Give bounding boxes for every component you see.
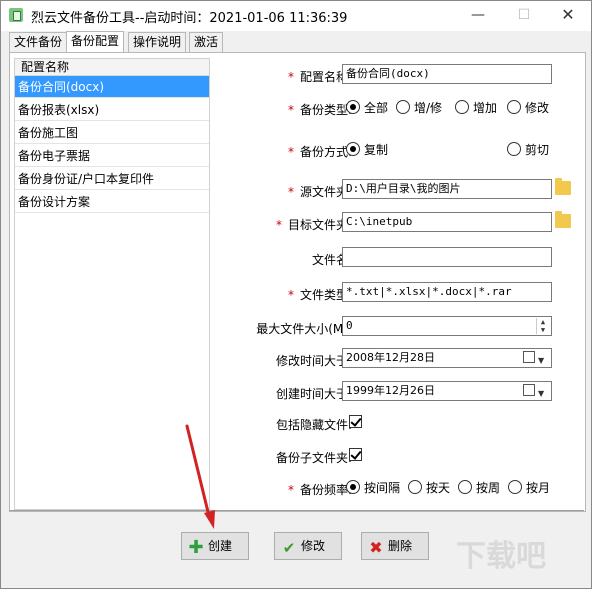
include-hidden-label: 包括隐藏文件: [275, 418, 352, 432]
file-type-input[interactable]: *.txt|*.xlsx|*.docx|*.rar [342, 282, 552, 302]
radio-selected-icon [346, 142, 360, 156]
source-folder-input[interactable]: D:\用户目录\我的图片 [342, 179, 552, 199]
maximize-button[interactable]: ☐ [501, 1, 547, 31]
required-mark: * [287, 145, 294, 159]
list-item[interactable]: 备份电子票据 [15, 145, 209, 167]
target-folder-row: * 目标文件夹: C:\inetpub [210, 211, 585, 236]
backup-subfolders-label: 备份子文件夹: [275, 451, 352, 465]
list-item[interactable]: 备份设计方案 [15, 191, 209, 213]
list-item[interactable]: 备份报表(xlsx) [15, 99, 209, 121]
backup-type-add-modify-radio[interactable]: 增/修 [396, 99, 442, 115]
max-file-size-row: 最大文件大小(M): 0 ▲ ▼ [210, 316, 585, 340]
frequency-weekly-radio[interactable]: 按周 [458, 479, 500, 495]
radio-icon [507, 142, 521, 156]
backup-type-modify-radio[interactable]: 修改 [507, 99, 549, 115]
chevron-down-icon[interactable]: ▼ [538, 352, 544, 367]
delete-button[interactable]: ✖ 删除 [361, 532, 429, 560]
modified-after-row: 修改时间大于: 2008年12月28日 ▼ [210, 348, 585, 372]
folder-icon[interactable] [555, 178, 571, 195]
config-list: 配置名称 备份合同(docx) 备份报表(xlsx) 备份施工图 备份电子票据 … [14, 58, 210, 510]
include-hidden-row: 包括隐藏文件: [210, 412, 585, 436]
file-name-input[interactable] [342, 247, 552, 267]
frequency-daily-radio[interactable]: 按天 [408, 479, 450, 495]
list-item[interactable]: 备份施工图 [15, 122, 209, 144]
minimize-button[interactable]: — [455, 1, 501, 31]
max-file-size-label: 最大文件大小(M): [256, 322, 352, 336]
tab-instructions[interactable]: 操作说明 [128, 32, 187, 52]
calendar-icon[interactable] [523, 351, 535, 363]
required-mark: * [287, 70, 294, 84]
backup-type-all-radio[interactable]: 全部 [346, 99, 388, 115]
watermark-logo-icon: 下载吧 [456, 539, 546, 574]
backup-type-row: * 备份类型: 全部 增/修 增加 修改 [210, 97, 585, 121]
radio-selected-icon [346, 100, 360, 114]
radio-icon [508, 480, 522, 494]
close-button[interactable]: ✕ [545, 1, 591, 31]
frequency-monthly-radio[interactable]: 按月 [508, 479, 550, 495]
create-button[interactable]: ✚ 创建 [181, 532, 249, 560]
chevron-down-icon[interactable]: ▼ [538, 385, 544, 400]
file-name-row: 文件名: [210, 247, 585, 271]
config-form: * 配置名称: 备份合同(docx) * 备份类型: 全部 增/修 增加 修改 * 备… [210, 53, 585, 511]
radio-icon [396, 100, 410, 114]
backup-type-label: 备份类型: [299, 103, 352, 117]
required-mark: * [287, 288, 294, 302]
title-bar: 烈云文件备份工具--启动时间：2021-01-06 11:36:39 — ☐ ✕ [1, 1, 591, 31]
required-mark: * [275, 218, 282, 232]
config-panel: 配置名称 备份合同(docx) 备份报表(xlsx) 备份施工图 备份电子票据 … [9, 52, 586, 512]
window-title: 烈云文件备份工具--启动时间：2021-01-06 11:36:39 [31, 11, 348, 26]
modify-button[interactable]: ✔ 修改 [274, 532, 342, 560]
modified-after-date-picker[interactable]: 2008年12月28日 ▼ [342, 348, 552, 368]
radio-icon [455, 100, 469, 114]
backup-method-cut-radio[interactable]: 剪切 [507, 141, 549, 157]
plus-icon: ✚ [188, 537, 204, 558]
delete-x-icon: ✖ [369, 538, 383, 557]
file-type-row: * 文件类型: *.txt|*.xlsx|*.docx|*.rar [210, 282, 585, 306]
list-item[interactable]: 备份身份证/户口本复印件 [15, 168, 209, 190]
created-after-label: 创建时间大于: [275, 387, 352, 401]
app-icon [9, 8, 23, 22]
created-after-row: 创建时间大于: 1999年12月26日 ▼ [210, 381, 585, 405]
include-hidden-checkbox[interactable] [349, 415, 362, 428]
config-list-header: 配置名称 [15, 59, 209, 76]
modified-after-label: 修改时间大于: [275, 354, 352, 368]
backup-subfolders-row: 备份子文件夹: [210, 445, 585, 469]
tab-backup-config[interactable]: 备份配置 [66, 31, 125, 52]
divider [9, 510, 584, 511]
required-mark: * [287, 483, 294, 497]
chevron-up-icon[interactable]: ▲ [537, 318, 549, 326]
backup-method-copy-radio[interactable]: 复制 [346, 141, 388, 157]
folder-icon[interactable] [555, 211, 571, 228]
config-name-input[interactable]: 备份合同(docx) [342, 64, 552, 84]
required-mark: * [287, 103, 294, 117]
radio-icon [408, 480, 422, 494]
backup-type-add-radio[interactable]: 增加 [455, 99, 497, 115]
chevron-down-icon[interactable]: ▼ [537, 326, 549, 334]
frequency-interval-radio[interactable]: 按间隔 [346, 479, 400, 495]
backup-frequency-label: 备份频率: [299, 483, 352, 497]
backup-frequency-row: * 备份频率: 按间隔 按天 按周 按月 [210, 477, 585, 501]
calendar-icon[interactable] [523, 384, 535, 396]
radio-selected-icon [346, 480, 360, 494]
app-window: 烈云文件备份工具--启动时间：2021-01-06 11:36:39 — ☐ ✕… [0, 0, 592, 589]
list-item[interactable]: 备份合同(docx) [15, 76, 209, 98]
backup-subfolders-checkbox[interactable] [349, 448, 362, 461]
created-after-date-picker[interactable]: 1999年12月26日 ▼ [342, 381, 552, 401]
spinner[interactable]: ▲ ▼ [536, 318, 549, 334]
check-icon: ✔ [282, 539, 296, 557]
radio-icon [458, 480, 472, 494]
radio-icon [507, 100, 521, 114]
source-folder-row: * 源文件夹: D:\用户目录\我的图片 [210, 178, 585, 203]
backup-method-label: 备份方式: [299, 145, 352, 159]
tab-file-backup[interactable]: 文件备份 [9, 32, 68, 52]
backup-method-row: * 备份方式: 复制 剪切 [210, 139, 585, 163]
target-folder-input[interactable]: C:\inetpub [342, 212, 552, 232]
max-file-size-stepper[interactable]: 0 ▲ ▼ [342, 316, 552, 336]
required-mark: * [287, 185, 294, 199]
config-name-row: * 配置名称: 备份合同(docx) [210, 64, 585, 88]
tab-activate[interactable]: 激活 [189, 32, 224, 52]
